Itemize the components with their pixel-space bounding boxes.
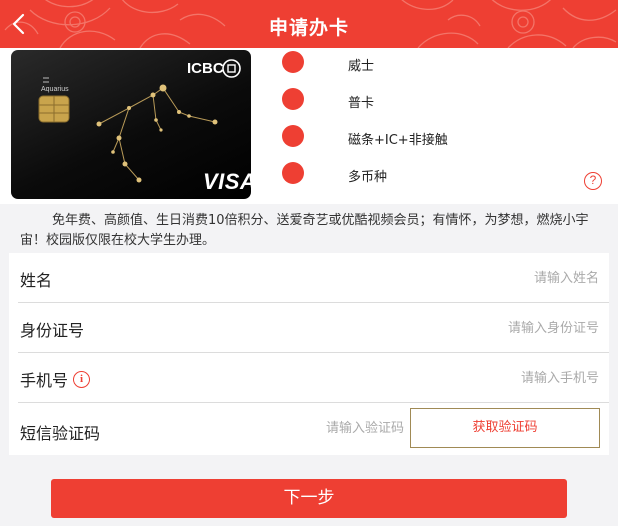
feature-label: 威士 <box>348 59 375 74</box>
name-label: 姓名 <box>20 271 53 290</box>
card-info-section: Aquarius ICBC VISA 威士 普卡 磁条+IC+非接触 多币种 ? <box>0 48 618 204</box>
card-description: 免年费、高颜值、生日消费10倍积分、送爱奇艺或优酷视频会员；有情怀，为梦想，燃烧… <box>20 213 589 248</box>
feature-label: 普卡 <box>348 96 375 111</box>
red-dot-icon <box>282 88 304 110</box>
name-input[interactable] <box>379 267 599 289</box>
sms-code-label: 短信验证码 <box>20 424 101 443</box>
card-constellation-label: Aquarius <box>41 86 69 93</box>
phone-label: 手机号 <box>20 371 69 390</box>
next-step-button[interactable]: 下一步 <box>51 479 567 518</box>
card-network-logo: VISA <box>203 169 251 194</box>
sms-code-input[interactable] <box>239 417 404 439</box>
feature-label: 磁条+IC+非接触 <box>348 133 448 148</box>
form-row-id: 身份证号 <box>9 303 609 353</box>
red-dot-icon <box>282 51 304 73</box>
card-bank-logo: ICBC <box>187 60 224 77</box>
feature-item: 威士 <box>280 51 610 77</box>
form-row-phone: 手机号 <box>9 353 609 403</box>
feature-label: 多币种 <box>348 170 388 185</box>
feature-item: 磁条+IC+非接触 <box>280 125 610 151</box>
id-card-input[interactable] <box>379 317 599 339</box>
red-dot-icon <box>282 125 304 147</box>
feature-item: 普卡 <box>280 88 610 114</box>
get-code-button[interactable]: 获取验证码 <box>410 408 600 448</box>
red-dot-icon <box>282 162 304 184</box>
credit-card-image: Aquarius ICBC VISA <box>11 50 251 199</box>
help-question-icon[interactable]: ? <box>584 172 602 190</box>
info-icon[interactable]: i <box>73 371 90 388</box>
id-card-label: 身份证号 <box>20 321 85 340</box>
feature-item: 多币种 <box>280 162 610 188</box>
form-row-name: 姓名 <box>9 253 609 303</box>
header-bar: 申请办卡 <box>0 0 618 48</box>
application-form: 姓名 身份证号 手机号 i 短信验证码 获取验证码 <box>9 253 609 455</box>
page-title: 申请办卡 <box>268 17 349 39</box>
phone-input[interactable] <box>379 367 599 389</box>
